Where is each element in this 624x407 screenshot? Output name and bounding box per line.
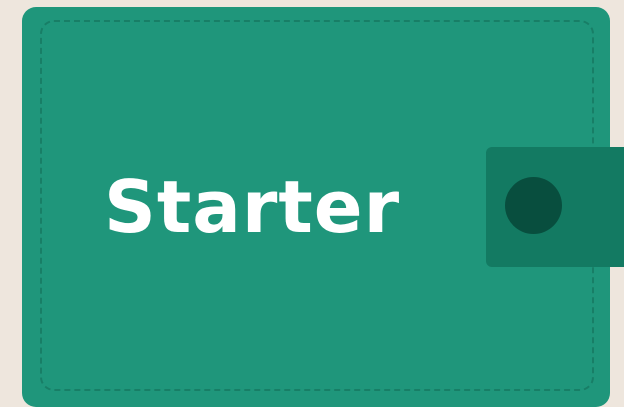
snap-button-icon <box>505 177 562 234</box>
wallet-title: Starter <box>104 165 401 249</box>
